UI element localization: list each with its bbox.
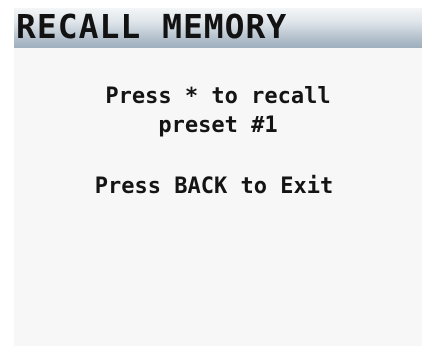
exit-instruction: Press BACK to Exit [94, 174, 334, 199]
recall-instruction-line2: preset #1 [158, 113, 278, 138]
device-screen: RECALL MEMORY Press * to recall preset #… [14, 8, 422, 346]
instruction-panel: Press * to recall preset #1 Press BACK t… [14, 82, 422, 201]
title-bar: RECALL MEMORY [14, 8, 422, 48]
recall-instruction-line1: Press * to recall [105, 84, 331, 109]
screen-title: RECALL MEMORY [16, 8, 288, 46]
